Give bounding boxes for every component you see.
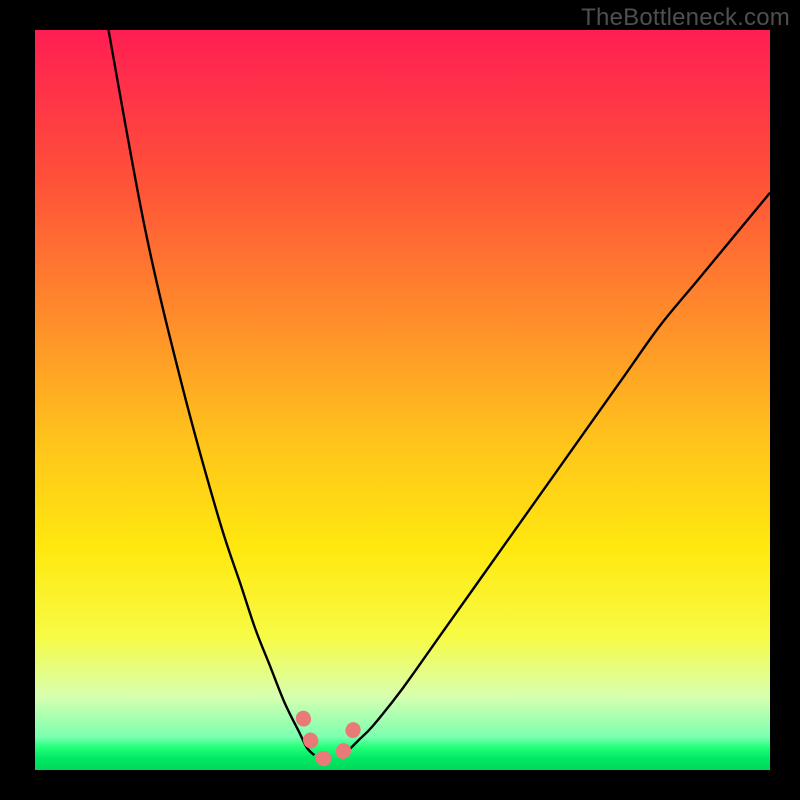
chart-svg — [35, 30, 770, 770]
watermark-text: TheBottleneck.com — [581, 4, 790, 32]
chart-plot-area — [35, 30, 770, 770]
gradient-background — [35, 30, 770, 770]
outer-frame: TheBottleneck.com — [0, 0, 800, 800]
